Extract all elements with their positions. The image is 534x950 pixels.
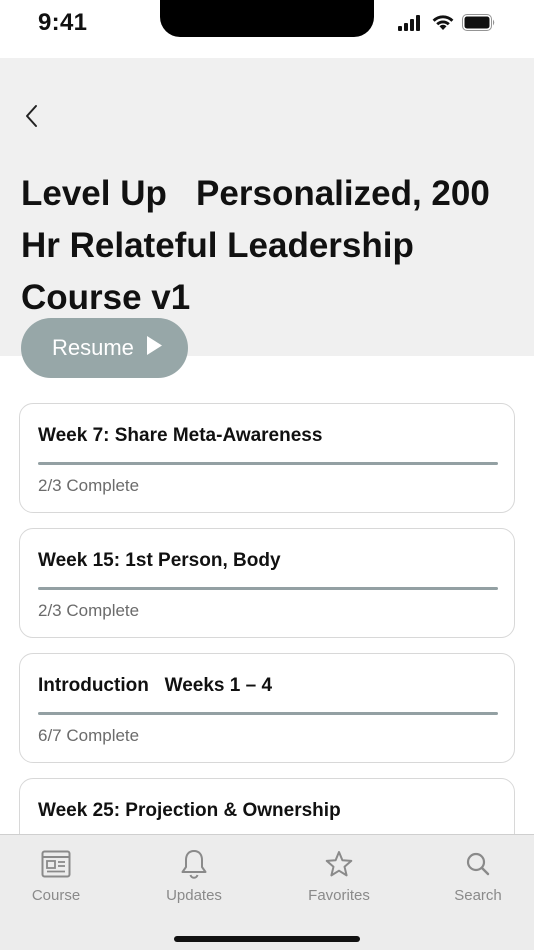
tab-label: Course <box>31 887 81 904</box>
module-title: Week 7: Share Meta-Awareness <box>38 425 323 446</box>
module-status: 6/7 Complete <box>38 726 140 745</box>
module-title: Week 25: Projection & Ownership <box>38 800 341 821</box>
device-notch <box>160 0 374 37</box>
wifi-icon <box>431 14 455 36</box>
resume-button[interactable]: Resume <box>21 318 188 378</box>
module-progress-bar <box>38 462 498 465</box>
module-status: 2/3 Complete <box>38 476 140 495</box>
home-indicator <box>174 936 360 942</box>
chevron-left-icon <box>25 104 39 133</box>
tab-updates[interactable]: Updates <box>144 847 244 904</box>
status-icons <box>398 14 496 36</box>
course-title: Level Up Personalized, 200 Hr Relateful … <box>21 174 500 317</box>
module-title: Week 15: 1st Person, Body <box>38 550 281 571</box>
course-icon <box>41 847 71 881</box>
star-icon <box>325 847 353 881</box>
back-button[interactable] <box>18 102 46 134</box>
status-bar: 9:41 <box>0 0 534 58</box>
module-list: Week 7: Share Meta-Awareness 2/3 Complet… <box>19 403 515 903</box>
module-progress-bar <box>38 712 498 715</box>
tab-label: Search <box>454 887 502 904</box>
cellular-signal-icon <box>398 14 424 36</box>
resume-label: Resume <box>52 335 134 360</box>
tab-course[interactable]: Course <box>6 847 106 904</box>
search-icon <box>465 847 491 881</box>
module-title: Introduction Weeks 1 – 4 <box>38 675 273 696</box>
tab-search[interactable]: Search <box>428 847 528 904</box>
module-progress-bar <box>38 587 498 590</box>
module-status: 2/3 Complete <box>38 601 140 620</box>
course-screen: 9:41 Level Up Personalized, 200 Hr Relat… <box>0 0 534 950</box>
tab-bar: Course Updates Favorites Search <box>0 834 534 950</box>
module-progress-fill <box>38 462 498 465</box>
course-header: Level Up Personalized, 200 Hr Relateful … <box>0 58 534 356</box>
tab-label: Favorites <box>308 887 370 904</box>
play-icon <box>146 335 163 362</box>
module-card[interactable]: Week 15: 1st Person, Body 2/3 Complete <box>19 528 515 638</box>
module-progress-fill <box>38 587 498 590</box>
status-time: 9:41 <box>38 9 88 36</box>
module-progress-fill <box>38 712 498 715</box>
tab-favorites[interactable]: Favorites <box>289 847 389 904</box>
module-card[interactable]: Introduction Weeks 1 – 4 6/7 Complete <box>19 653 515 763</box>
battery-icon <box>462 14 496 36</box>
bell-icon <box>180 847 208 881</box>
tab-label: Updates <box>166 887 222 904</box>
module-card[interactable]: Week 7: Share Meta-Awareness 2/3 Complet… <box>19 403 515 513</box>
